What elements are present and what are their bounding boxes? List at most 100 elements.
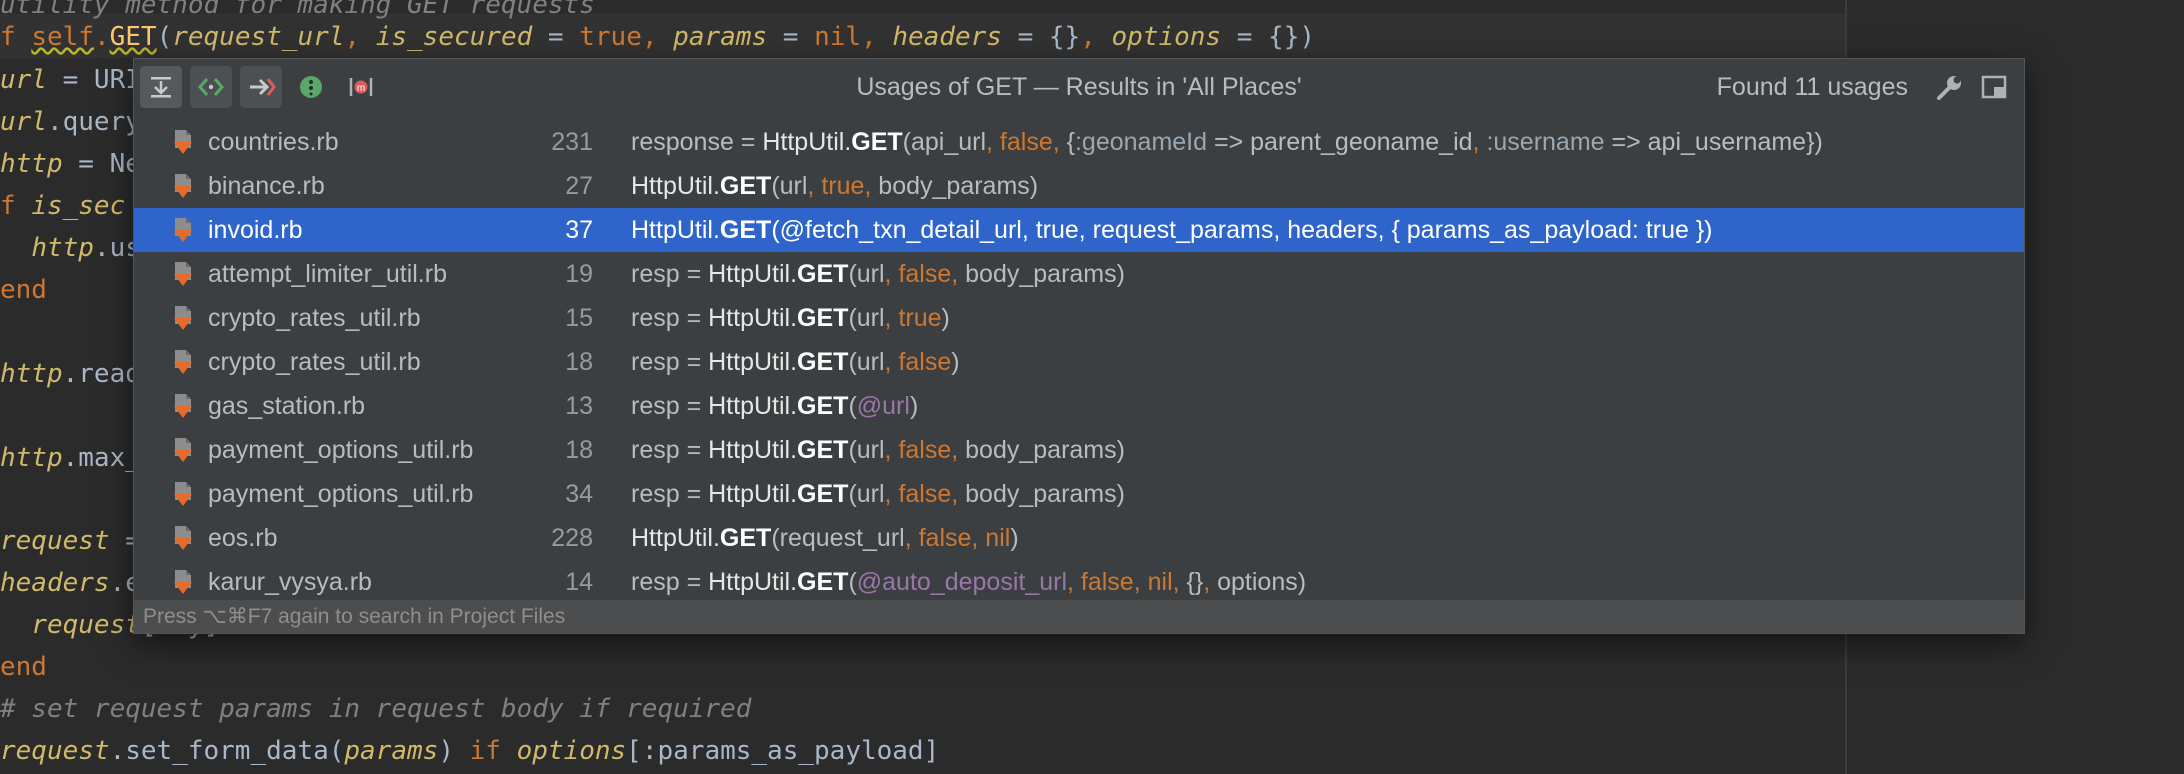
code-token: , [344,22,376,52]
code-token: is_secured [375,22,533,52]
snippet-token: => parent_geoname_id [1207,128,1473,156]
snippet-token: body_params) [965,436,1125,464]
snippet-token: , false, nil, [1067,568,1187,596]
usage-file-name: binance.rb [208,172,325,200]
usages-list[interactable]: countries.rb 231 response = HttpUtil.GET(a… [134,120,2024,604]
usage-code-snippet: resp = HttpUtil.GET(@url) [631,384,918,428]
code-line: url.query [0,101,141,143]
ruby-file-icon [174,174,192,198]
snippet-token: ( [848,392,857,420]
usage-row[interactable]: invoid.rb 37 HttpUtil.GET(@fetch_txn_detai… [134,208,2024,252]
snippet-token: body_params) [965,480,1125,508]
snippet-token: (@fetch_txn_detail_url, true, request_pa… [771,216,1713,244]
snippet-token: (url [848,348,885,376]
code-token: f [0,22,32,52]
code-line: http.us [0,227,141,269]
expand-icon[interactable] [140,66,182,108]
code-token: .set_form_data( [109,736,345,766]
usage-line-number: 231 [551,128,593,156]
usage-row[interactable]: gas_station.rb 13 resp = HttpUtil.GET(@url… [134,384,2024,428]
snippet-token: GET [797,392,849,420]
code-line: request.set_form_data(params) if options… [0,730,939,772]
code-token: http [31,233,94,263]
snippet-token: ) [951,348,960,376]
usage-row[interactable]: payment_options_util.rb 18 resp = HttpUtil… [134,428,2024,472]
snippet-token: GET [797,480,849,508]
usage-code-snippet: response = HttpUtil.GET(api_url, false, … [631,120,1823,164]
code-token: url [0,107,47,137]
code-line: http.read [0,353,141,395]
popup-header: Usages of GET — Results in 'All Places' [134,59,2024,115]
usage-row[interactable]: crypto_rates_util.rb 18 resp = HttpUtil.GE… [134,340,2024,384]
usage-row[interactable]: countries.rb 231 response = HttpUtil.GET(a… [134,120,2024,164]
usage-line-number: 15 [565,304,593,332]
usage-row[interactable]: payment_options_util.rb 34 resp = HttpUtil… [134,472,2024,516]
code-token: . [93,22,110,52]
snippet-token: resp = [631,436,709,464]
snippet-token: , [1472,128,1487,156]
usage-row[interactable]: crypto_rates_util.rb 15 resp = HttpUtil.GE… [134,296,2024,340]
navigate-next-icon[interactable] [190,66,232,108]
code-token: , [861,22,893,52]
snippet-token: {} [1186,568,1204,596]
usage-code-snippet: HttpUtil.GET(@fetch_txn_detail_url, true… [631,208,1713,252]
snippet-token: HttpUtil. [708,436,798,464]
ruby-file-icon [174,394,192,418]
snippet-token: @url [856,392,910,420]
snippet-token: GET [797,304,849,332]
code-token: headers [0,568,110,598]
pin-window-icon[interactable] [1980,73,2008,101]
usage-file-name: eos.rb [208,524,278,552]
snippet-token: (url [848,436,885,464]
wrench-icon[interactable] [1934,73,1964,103]
code-token: options [516,736,627,766]
code-token: is_sec [31,191,126,221]
code-line: request = [0,520,141,562]
usage-file-name: payment_options_util.rb [208,480,474,508]
usage-file-name: payment_options_util.rb [208,436,474,464]
snippet-token: resp = [631,568,709,596]
snippet-token: HttpUtil. [708,392,798,420]
code-token: f [0,191,32,221]
code-line: # set request params in request body if … [0,688,751,730]
code-token: http [0,443,63,473]
code-line: f self.GET(request_url, is_secured = tru… [0,16,1315,58]
usage-row[interactable]: attempt_limiter_util.rb 19 resp = HttpUtil… [134,252,2024,296]
usage-file-name: crypto_rates_util.rb [208,304,421,332]
find-usages-popup[interactable]: Usages of GET — Results in 'All Places' [133,58,2025,634]
usage-row[interactable]: karur_vysya.rb 14 resp = HttpUtil.GET(@aut… [134,560,2024,604]
snippet-token: resp = [631,348,709,376]
usage-row[interactable]: eos.rb 228 HttpUtil.GET(request_url, false… [134,516,2024,560]
code-line: headers.e [0,562,141,604]
snippet-token: resp = [631,392,709,420]
snippet-token: GET [797,568,849,596]
snippet-token: , false, [884,436,966,464]
usage-code-snippet: resp = HttpUtil.GET(url, false) [631,340,960,384]
usage-file-name: invoid.rb [208,216,303,244]
code-token: , [1080,22,1112,52]
snippet-token: (request_url [771,524,905,552]
module-icon[interactable]: m [340,66,382,108]
ruby-file-icon [174,526,192,550]
usage-code-snippet: HttpUtil.GET(request_url, false, nil) [631,516,1019,560]
code-token: # set request params in request body if … [0,694,752,724]
usage-file-name: crypto_rates_util.rb [208,348,421,376]
run-icon[interactable] [290,66,332,108]
usage-row[interactable]: binance.rb 27 HttpUtil.GET(url, true, body… [134,164,2024,208]
ruby-file-icon [174,438,192,462]
code-line: end [0,646,47,688]
snippet-token: , false [884,348,952,376]
usage-line-number: 14 [565,568,593,596]
code-line: http.max_ [0,437,141,479]
code-token: request_url [172,22,345,52]
code-token: request [0,736,110,766]
snippet-token: GET [797,260,849,288]
code-token: params [673,22,768,52]
code-token: ( [156,22,173,52]
code-token: .query [46,107,141,137]
ruby-file-icon [174,482,192,506]
navigate-previous-icon[interactable] [240,66,282,108]
snippet-token: GET [797,436,849,464]
code-token: if [469,736,517,766]
